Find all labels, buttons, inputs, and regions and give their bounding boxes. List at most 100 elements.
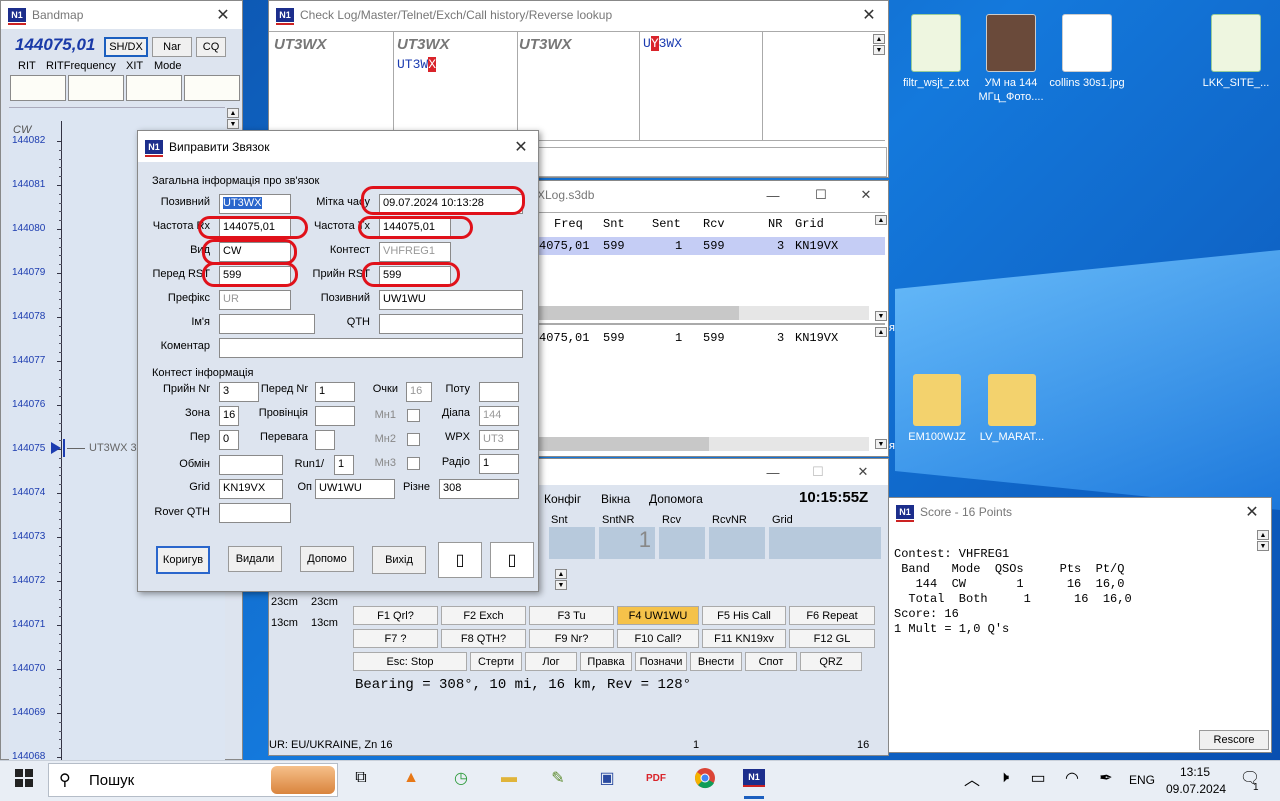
nar-button[interactable]: Nar (152, 37, 192, 57)
fkey-button[interactable]: F11 KN19xv (702, 629, 786, 648)
checklog-titlebar[interactable]: N1 Check Log/Master/Telnet/Exch/Call his… (269, 1, 888, 29)
fkey-button[interactable]: F9 Nr? (529, 629, 614, 648)
log-hscroll-thumb[interactable] (539, 306, 739, 320)
entry-maximize-button[interactable]: ☐ (796, 459, 840, 485)
band-button-23cm[interactable]: 23cm (271, 596, 298, 608)
start-button[interactable] (10, 764, 38, 792)
contest-field[interactable]: VHFREG1 (379, 242, 451, 262)
wifi-icon[interactable]: ◠ (1058, 764, 1086, 792)
score-scroll-down[interactable]: ▼ (1257, 541, 1269, 551)
m3-checkbox[interactable] (407, 457, 420, 470)
score-scroll-up[interactable]: ▲ (1257, 530, 1269, 540)
checklog-call-3[interactable]: UT3WX (519, 36, 572, 53)
log-col-snt[interactable]: Snt (603, 217, 625, 231)
log-scroll-up[interactable]: ▲ (875, 215, 887, 225)
desktop-icon-lkk[interactable]: LKK_SITE_... (1198, 14, 1274, 90)
exch-field[interactable] (219, 455, 283, 475)
fkey-button[interactable]: Правка (580, 652, 632, 671)
spot-marker-icon[interactable] (51, 442, 61, 454)
entry-minimize-button[interactable]: — (751, 459, 795, 485)
sntnr-field[interactable]: 1 (315, 382, 355, 402)
menu-config[interactable]: Конфіг (544, 492, 581, 506)
pot-field[interactable] (479, 382, 519, 402)
prefix-field[interactable]: UR (219, 290, 291, 310)
log-minimize-button[interactable]: — (751, 181, 795, 209)
chevron-up-icon[interactable]: ︿ (958, 764, 986, 792)
file-explorer-icon[interactable]: ▬ (495, 764, 523, 792)
mode-field[interactable] (184, 75, 240, 101)
checklog-scroll-down[interactable]: ▼ (873, 45, 885, 55)
menu-windows[interactable]: Вікна (601, 492, 630, 506)
ritfreq-field[interactable] (68, 75, 124, 101)
log-scroll-down-2[interactable]: ▼ (875, 439, 887, 449)
log-col-nr[interactable]: NR (768, 217, 782, 231)
txfreq-field[interactable]: 144075,01 (379, 218, 451, 238)
dialog-close-button[interactable]: ✕ (506, 133, 536, 161)
desktop-icon-filtr[interactable]: filtr_wsjt_z.txt (898, 14, 974, 90)
log-scroll-down[interactable]: ▼ (875, 311, 887, 321)
desktop-icon-collins[interactable]: collins 30s1.jpg (1049, 14, 1125, 90)
bandmap-close-button[interactable]: ✕ (208, 1, 238, 29)
fkey-button[interactable]: F2 Exch (441, 606, 526, 625)
radio-field[interactable]: 1 (479, 454, 519, 474)
desktop-icon-em100[interactable]: EM100WJZ (899, 374, 975, 444)
per-field[interactable]: 0 (219, 430, 239, 450)
rxfreq-field[interactable]: 144075,01 (219, 218, 291, 238)
score-titlebar[interactable]: N1 Score - 16 Points (889, 498, 1271, 526)
rcvnr-field[interactable]: 3 (219, 382, 259, 402)
log-hscroll[interactable] (539, 306, 869, 320)
fkey-button[interactable]: F4 UW1WU (617, 606, 699, 625)
checklog-call-1[interactable]: UT3WX (274, 36, 327, 53)
band-button-13cm[interactable]: 13cm (271, 617, 298, 629)
chrome-icon[interactable] (691, 764, 719, 792)
sntnr-field[interactable]: 1 (599, 527, 655, 559)
log-col-grid[interactable]: Grid (795, 217, 824, 231)
rit-field[interactable] (10, 75, 66, 101)
bandmap-scroll-up[interactable]: ▲ (227, 108, 239, 118)
snt-field[interactable] (549, 527, 595, 559)
misc-field[interactable]: 308 (439, 479, 519, 499)
extra-button-2[interactable]: ▯ (490, 542, 534, 578)
desktop-icon-lvmarat[interactable]: LV_MARAT... (974, 374, 1050, 444)
volume-muted-icon[interactable]: 🕨 (990, 764, 1018, 792)
desktop-icon-um144[interactable]: УМ на 144 МГц_Фото.... (973, 14, 1049, 104)
xit-field[interactable] (126, 75, 182, 101)
fkey-button[interactable]: F5 His Call (702, 606, 786, 625)
fkey-button[interactable]: Позначи (635, 652, 687, 671)
band-button-13cm-2[interactable]: 13cm (311, 617, 338, 629)
rover-field[interactable] (219, 503, 291, 523)
band-button-23cm-2[interactable]: 23cm (311, 596, 338, 608)
fkey-button[interactable]: Лог (525, 652, 577, 671)
checklog-call-4[interactable]: UY3WX (643, 36, 682, 51)
comment-field[interactable] (219, 338, 523, 358)
notification-icon[interactable]: 🗨 (1236, 764, 1264, 792)
pdf-app-icon[interactable]: PDF (642, 764, 670, 792)
grid-field[interactable]: KN19VX (219, 479, 283, 499)
bandmap-scroll-down[interactable]: ▼ (227, 119, 239, 129)
wpx-field[interactable]: UT3 (479, 430, 519, 450)
fkey-button[interactable]: F6 Repeat (789, 606, 875, 625)
fix-button[interactable]: Коригув (156, 546, 210, 574)
taskbar-time[interactable]: 13:15 (1180, 765, 1210, 779)
entry-close-button[interactable]: ✕ (841, 459, 885, 485)
log-close-button[interactable]: ✕ (844, 181, 888, 209)
log-col-sent[interactable]: Sent (652, 217, 681, 231)
app-icon-clock[interactable]: ◷ (447, 764, 475, 792)
sntrst-field[interactable]: 599 (219, 266, 291, 286)
perevaga-field[interactable] (315, 430, 335, 450)
checklog-call-2[interactable]: UT3WX (397, 36, 450, 53)
band-field[interactable]: 144 (479, 406, 519, 426)
help-button[interactable]: Допомо (300, 546, 354, 572)
m2-checkbox[interactable] (407, 433, 420, 446)
m1-checkbox[interactable] (407, 409, 420, 422)
app-icon-orange[interactable]: ▲ (397, 764, 425, 792)
rescore-button[interactable]: Rescore (1199, 730, 1269, 750)
shdx-button[interactable]: SH/DX (104, 37, 148, 57)
call-field[interactable]: UT3WX (219, 194, 291, 214)
fkey-button[interactable]: F12 GL (789, 629, 875, 648)
qth-field[interactable] (379, 314, 523, 334)
dialog-titlebar[interactable]: N1 Виправити Звязок (138, 131, 538, 162)
entry-spin-down[interactable]: ▼ (555, 580, 567, 590)
pen-icon[interactable]: ✒ (1092, 764, 1120, 792)
taskbar-date[interactable]: 09.07.2024 (1166, 782, 1226, 796)
